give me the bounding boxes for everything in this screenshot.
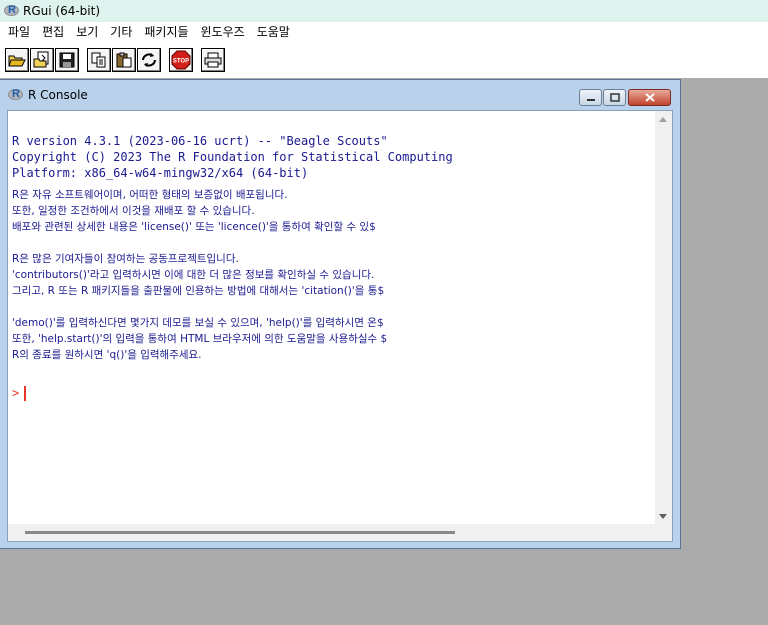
window-controls (578, 89, 671, 106)
save-workspace-button[interactable] (55, 48, 79, 72)
menu-file[interactable]: 파일 (2, 22, 36, 42)
app-titlebar: R RGui (64-bit) (0, 0, 768, 22)
menu-windows[interactable]: 윈도우즈 (195, 22, 251, 42)
print-button[interactable] (201, 48, 225, 72)
open-script-icon (8, 55, 26, 67)
console-window: R R Console R version 4.3.1 (2023-06-16 … (0, 79, 681, 549)
copy-paste-button[interactable] (137, 48, 161, 72)
console-line: Platform: x86_64-w64-mingw32/x64 (64-bit… (12, 166, 309, 180)
horizontal-scroll-thumb[interactable] (25, 531, 455, 534)
menu-view[interactable]: 보기 (70, 22, 104, 42)
paste-icon (116, 52, 132, 68)
console-output[interactable]: R version 4.3.1 (2023-06-16 ucrt) -- "Be… (12, 133, 652, 523)
close-icon (644, 93, 655, 102)
console-line: R은 많은 기여자들이 참여하는 공동프로젝트입니다. (12, 253, 239, 265)
r-logo-icon: R (8, 88, 24, 102)
scroll-down-icon[interactable] (659, 514, 667, 519)
menu-bar: 파일 편집 보기 기타 패키지들 윈도우즈 도움말 (0, 22, 768, 42)
refresh-icon (142, 53, 156, 67)
prompt-line[interactable]: > (12, 385, 652, 401)
maximize-button[interactable] (603, 89, 626, 106)
console-line: R의 종료를 원하시면 'q()'을 입력해주세요. (12, 349, 202, 361)
load-workspace-icon (33, 51, 49, 68)
console-line: 또한, 'help.start()'의 입력을 통하여 HTML 브라우저에 의… (12, 333, 388, 345)
console-titlebar[interactable]: R R Console (0, 80, 680, 110)
stop-icon: STOP (171, 50, 191, 70)
r-logo-icon: R (4, 4, 20, 18)
console-line: R은 자유 소프트웨어이며, 어떠한 형태의 보증없이 배포됩니다. (12, 189, 288, 201)
console-body[interactable]: R version 4.3.1 (2023-06-16 ucrt) -- "Be… (7, 110, 673, 542)
scroll-up-icon[interactable] (659, 117, 667, 122)
scroll-corner (655, 524, 672, 541)
console-line: 'demo()'를 입력하신다면 몇가지 데모를 보실 수 있으며, 'help… (12, 317, 384, 329)
maximize-icon (609, 93, 620, 102)
text-cursor (24, 385, 27, 401)
console-title: R Console (28, 88, 88, 102)
menu-help[interactable]: 도움말 (251, 22, 296, 42)
menu-packages[interactable]: 패키지들 (138, 22, 194, 42)
open-script-button[interactable] (5, 48, 29, 72)
console-line: 또한, 일정한 조건하에서 이것을 재배포 할 수 있습니다. (12, 205, 255, 217)
horizontal-scrollbar[interactable] (8, 524, 656, 541)
stop-button[interactable]: STOP (169, 48, 193, 72)
console-line: R version 4.3.1 (2023-06-16 ucrt) -- "Be… (12, 134, 388, 148)
menu-misc[interactable]: 기타 (104, 22, 138, 42)
copy-icon (91, 52, 106, 68)
console-line: 'contributors()'라고 입력하시면 이에 대한 더 많은 정보를 … (12, 269, 375, 281)
toolbar: STOP (0, 42, 768, 78)
vertical-scrollbar[interactable] (655, 111, 672, 525)
print-icon (204, 52, 222, 68)
console-prompt: > (12, 386, 20, 400)
copy-button[interactable] (87, 48, 111, 72)
menu-edit[interactable]: 편집 (36, 22, 70, 42)
close-button[interactable] (628, 89, 671, 106)
app-title: RGui (64-bit) (23, 4, 101, 18)
save-workspace-icon (59, 52, 75, 68)
minimize-icon (586, 98, 595, 101)
svg-text:STOP: STOP (173, 59, 189, 65)
load-workspace-button[interactable] (30, 48, 54, 72)
minimize-button[interactable] (579, 89, 602, 106)
console-line: 배포와 관련된 상세한 내용은 'license()' 또는 'licence(… (12, 221, 376, 233)
paste-button[interactable] (112, 48, 136, 72)
console-line: Copyright (C) 2023 The R Foundation for … (12, 150, 453, 164)
console-line: 그리고, R 또는 R 패키지들을 출판물에 인용하는 방법에 대해서는 'ci… (12, 285, 385, 297)
